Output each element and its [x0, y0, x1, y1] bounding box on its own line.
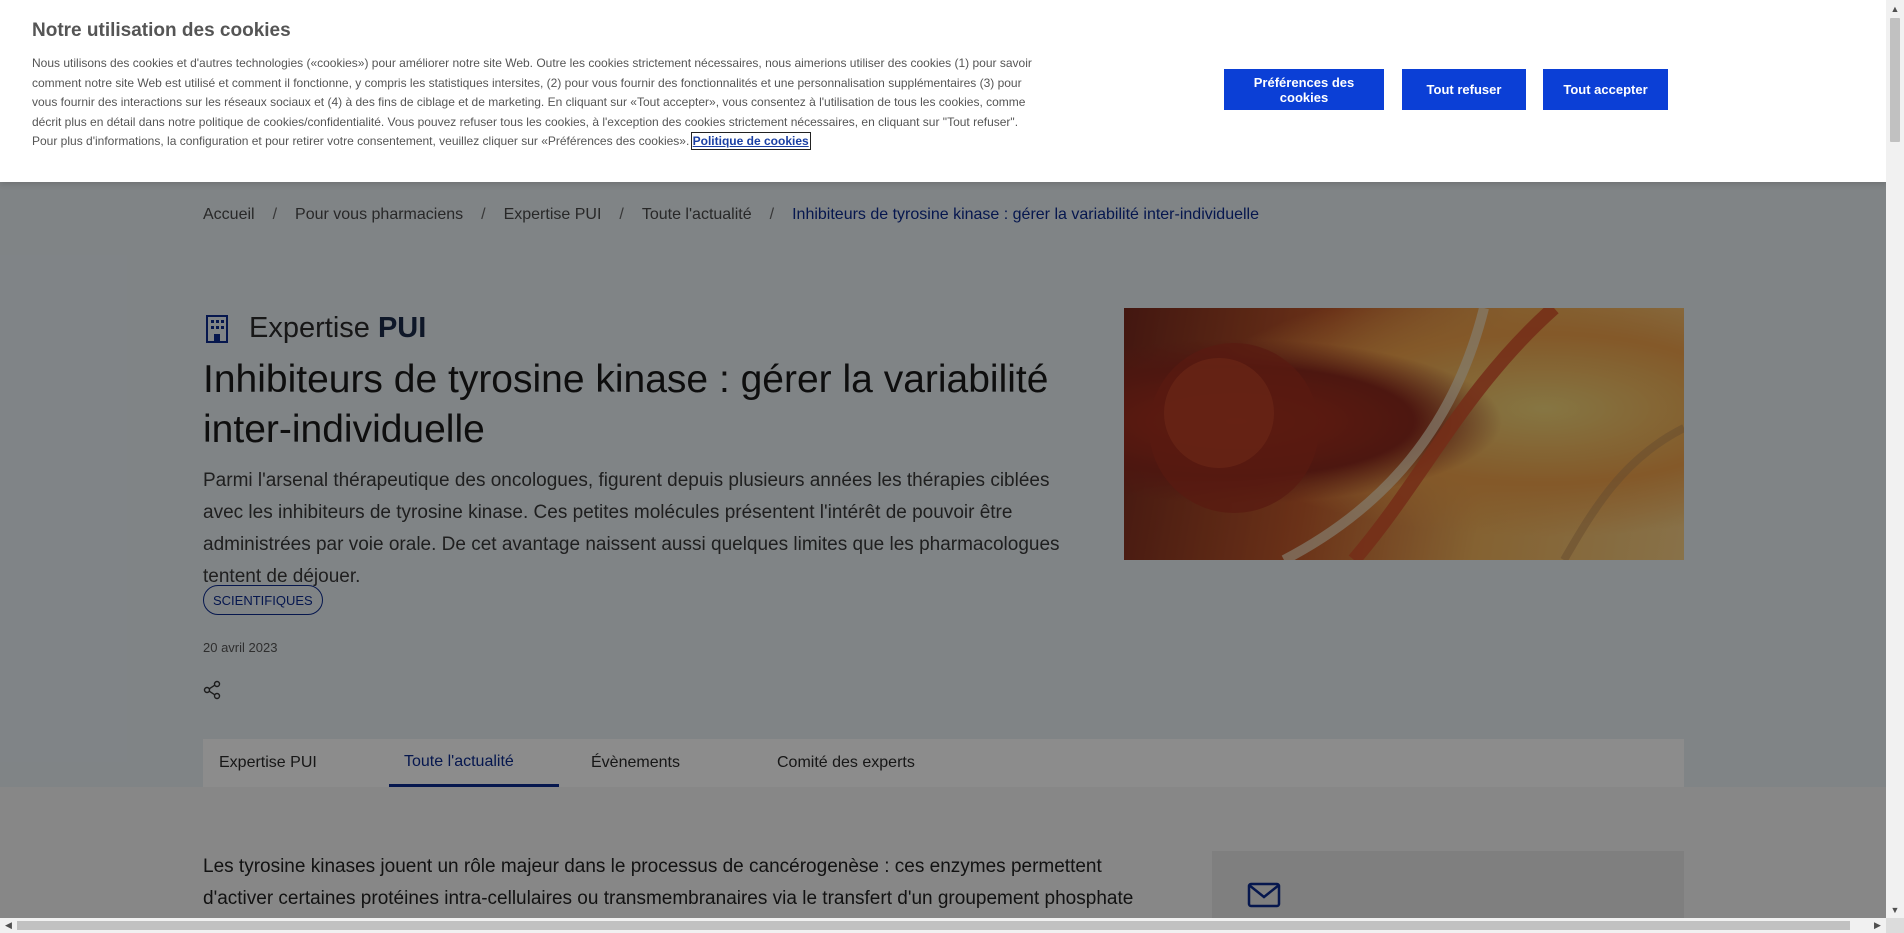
refuse-all-button[interactable]: Tout refuser	[1402, 69, 1526, 110]
vertical-scrollbar[interactable]: ▲ ▼	[1886, 0, 1904, 918]
cookie-banner: Notre utilisation des cookies Nous utili…	[0, 0, 1887, 182]
cookie-policy-text: Nous utilisons des cookies et d'autres t…	[32, 56, 1032, 151]
scroll-left-arrow-icon[interactable]: ◀	[0, 918, 17, 933]
scroll-down-arrow-icon[interactable]: ▼	[1886, 901, 1904, 918]
horizontal-scrollbar[interactable]: ◀ ▶	[0, 918, 1886, 933]
cookie-policy-link[interactable]: Politique de cookies	[690, 132, 811, 151]
cookie-preferences-button[interactable]: Préférences des cookies	[1224, 69, 1384, 110]
scrollbar-corner	[1886, 918, 1904, 933]
accept-all-button[interactable]: Tout accepter	[1543, 69, 1668, 110]
scroll-up-arrow-icon[interactable]: ▲	[1886, 0, 1904, 17]
cookie-banner-title: Notre utilisation des cookies	[32, 20, 291, 41]
scroll-right-arrow-icon[interactable]: ▶	[1869, 918, 1886, 933]
horizontal-scroll-thumb[interactable]	[17, 921, 1850, 930]
vertical-scroll-thumb[interactable]	[1890, 18, 1900, 142]
